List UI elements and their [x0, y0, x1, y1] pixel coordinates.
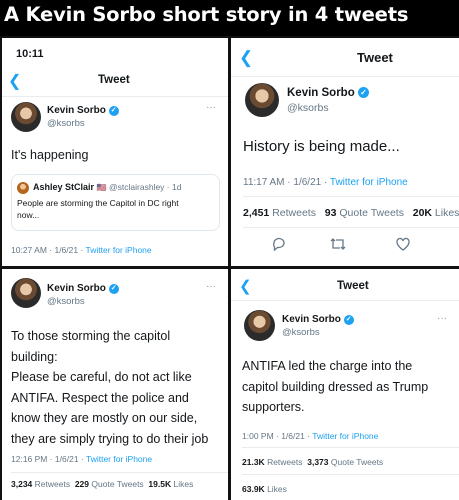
verified-badge-icon: ✓	[108, 284, 119, 294]
likes-stat[interactable]: 19.5K Likes	[148, 479, 193, 489]
title-banner: A Kevin Sorbo short story in 4 tweets	[0, 0, 459, 36]
quote-tweets-stat[interactable]: 93 Quote Tweets	[325, 207, 404, 219]
tweet-text-line: they are simply trying to do their job	[11, 431, 209, 446]
tweet-panel-4: ❮ Tweet Kevin Sorbo ✓ @ksorbs ··· ANTIFA…	[231, 269, 459, 500]
us-flag-icon: 🇺🇸	[96, 183, 107, 192]
retweets-stat[interactable]: 3,234 Retweets	[11, 479, 70, 489]
status-bar-time: 10:11	[16, 48, 44, 60]
quote-tweets-stat[interactable]: 229 Quote Tweets	[75, 479, 144, 489]
quoted-text-line-2: now...	[17, 210, 40, 220]
heart-icon[interactable]	[395, 236, 411, 252]
banner-title: A Kevin Sorbo short story in 4 tweets	[4, 3, 409, 26]
quoted-avatar	[17, 182, 29, 194]
back-button[interactable]: ❮	[8, 71, 21, 91]
tweet-stats: 21.3K Retweets 3,373 Quote Tweets	[242, 457, 383, 467]
header-title: Tweet	[357, 50, 393, 65]
quoted-text-line-1: People are storming the Capitol in DC ri…	[17, 198, 179, 208]
tweet-panel-1: 10:11 ❮ Tweet Kevin Sorbo ✓ @ksorbs ··· …	[2, 38, 228, 266]
tweet-meta: 1:00 PM · 1/6/21 · Twitter for iPhone	[242, 431, 379, 441]
tweet-text-line: supporters.	[242, 400, 305, 414]
tweet-panel-3: Kevin Sorbo ✓ @ksorbs ··· To those storm…	[2, 269, 228, 500]
tweet-text-line: Please be careful, do not act like	[11, 370, 192, 384]
comment-icon[interactable]	[271, 236, 287, 252]
more-options-icon[interactable]: ···	[206, 281, 216, 292]
retweets-stat[interactable]: 21.3K Retweets	[242, 457, 303, 467]
tweet-panel-2: ❮ Tweet Kevin Sorbo ✓ @ksorbs History is…	[231, 38, 459, 266]
chevron-left-icon: ❮	[8, 73, 22, 90]
avatar[interactable]	[11, 102, 41, 132]
source-link[interactable]: Twitter for iPhone	[330, 177, 408, 188]
author-name[interactable]: Kevin Sorbo ✓	[282, 314, 354, 325]
avatar[interactable]	[11, 278, 41, 308]
author-name[interactable]: Kevin Sorbo ✓	[287, 87, 369, 99]
tweet-meta: 11:17 AM · 1/6/21 · Twitter for iPhone	[243, 177, 408, 188]
tweet-text: ANTIFA led the charge into the capitol b…	[242, 356, 428, 418]
verified-badge-icon: ✓	[108, 106, 119, 116]
back-button[interactable]: ❮	[239, 48, 253, 68]
source-link[interactable]: Twitter for iPhone	[86, 454, 152, 464]
quoted-author[interactable]: Ashley StClair 🇺🇸 @stclairashley · 1d	[33, 182, 181, 192]
retweets-stat[interactable]: 2,451 Retweets	[243, 207, 316, 219]
verified-badge-icon: ✓	[343, 315, 354, 325]
author-handle[interactable]: @ksorbs	[287, 102, 329, 114]
likes-stat[interactable]: 63.9K Likes	[242, 484, 287, 494]
author-handle[interactable]: @ksorbs	[282, 327, 320, 338]
author-name[interactable]: Kevin Sorbo ✓	[47, 105, 119, 116]
header-title: Tweet	[98, 74, 130, 86]
tweet-text-line: building:	[11, 349, 58, 364]
tweet-text-line: ANTIFA. Respect the police and	[11, 390, 189, 405]
more-options-icon[interactable]: ···	[437, 313, 447, 324]
verified-badge-icon: ✓	[357, 87, 369, 98]
source-link[interactable]: Twitter for iPhone	[86, 245, 152, 255]
tweet-stats: 3,234 Retweets 229 Quote Tweets 19.5K Li…	[11, 479, 193, 489]
retweet-icon[interactable]	[329, 236, 347, 252]
tweet-text-line: capitol building dressed as Trump	[242, 379, 429, 394]
quote-tweets-stat[interactable]: 3,373 Quote Tweets	[307, 457, 383, 467]
chevron-left-icon: ❮	[239, 278, 252, 295]
tweet-meta: 10:27 AM · 1/6/21 · Twitter for iPhone	[11, 245, 152, 255]
tweet-stats: 2,451 Retweets 93 Quote Tweets 20K Likes	[243, 207, 459, 219]
back-button[interactable]: ❮	[239, 277, 252, 295]
avatar[interactable]	[244, 310, 275, 341]
header-title: Tweet	[337, 280, 369, 292]
author-handle[interactable]: @ksorbs	[47, 296, 85, 307]
tweet-text-line: know they are mostly on our side,	[11, 411, 198, 425]
tweet-text-line: To those storming the capitol	[11, 329, 171, 343]
tweet-text: To those storming the capitol building: …	[11, 326, 208, 449]
tweet-text-line: ANTIFA led the charge into the	[242, 359, 413, 373]
author-name[interactable]: Kevin Sorbo ✓	[47, 283, 119, 294]
tweet-text: History is being made...	[243, 138, 400, 155]
likes-stat[interactable]: 20K Likes	[413, 207, 459, 219]
chevron-left-icon: ❮	[239, 48, 254, 67]
source-link[interactable]: Twitter for iPhone	[312, 431, 378, 441]
tweet-meta: 12:16 PM · 1/6/21 · Twitter for iPhone	[11, 454, 153, 464]
avatar[interactable]	[245, 83, 279, 117]
tweet-text: It's happening	[11, 148, 89, 162]
author-handle[interactable]: @ksorbs	[47, 118, 85, 129]
more-options-icon[interactable]: ···	[206, 102, 216, 113]
